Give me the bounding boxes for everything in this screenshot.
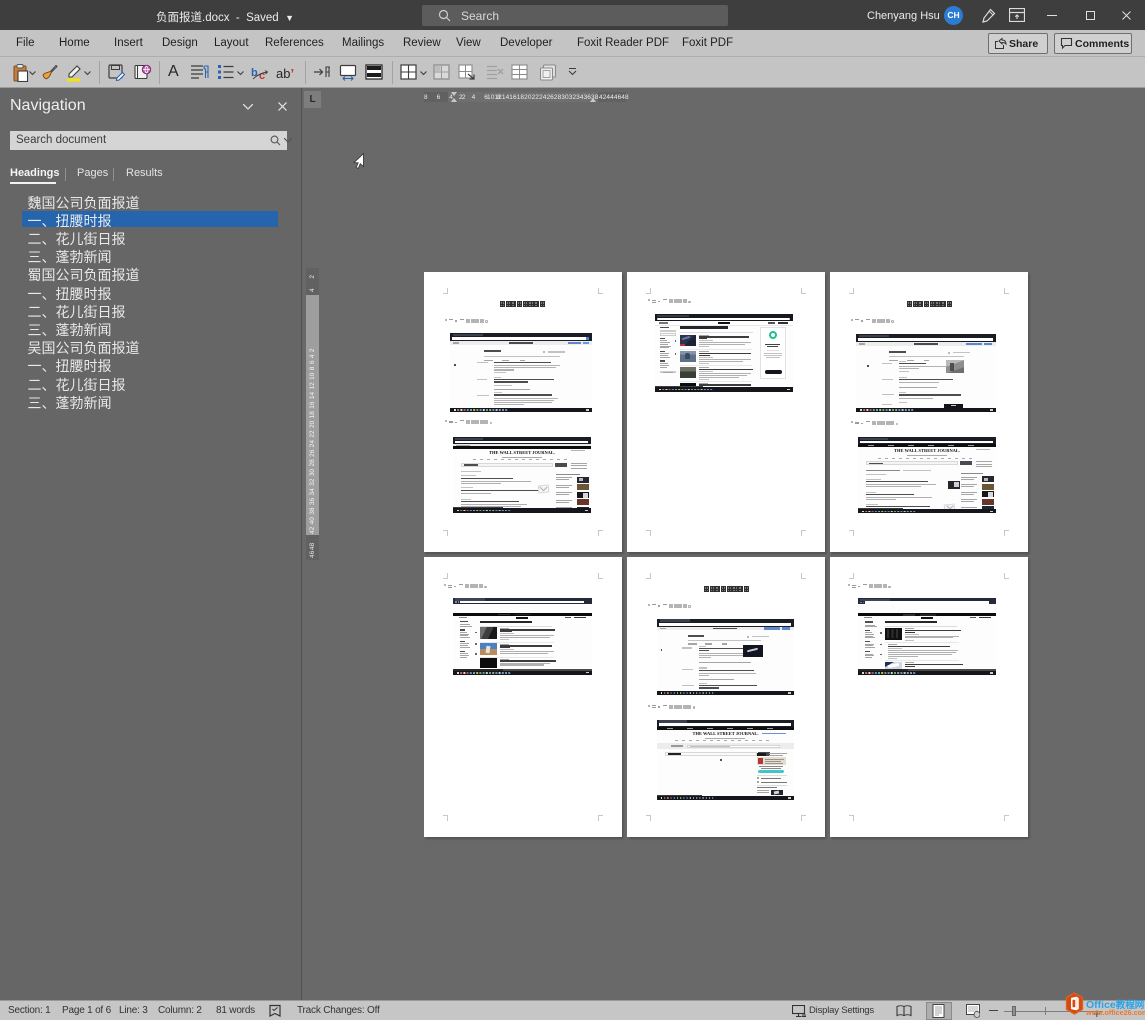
svg-text:c: c — [259, 70, 265, 81]
